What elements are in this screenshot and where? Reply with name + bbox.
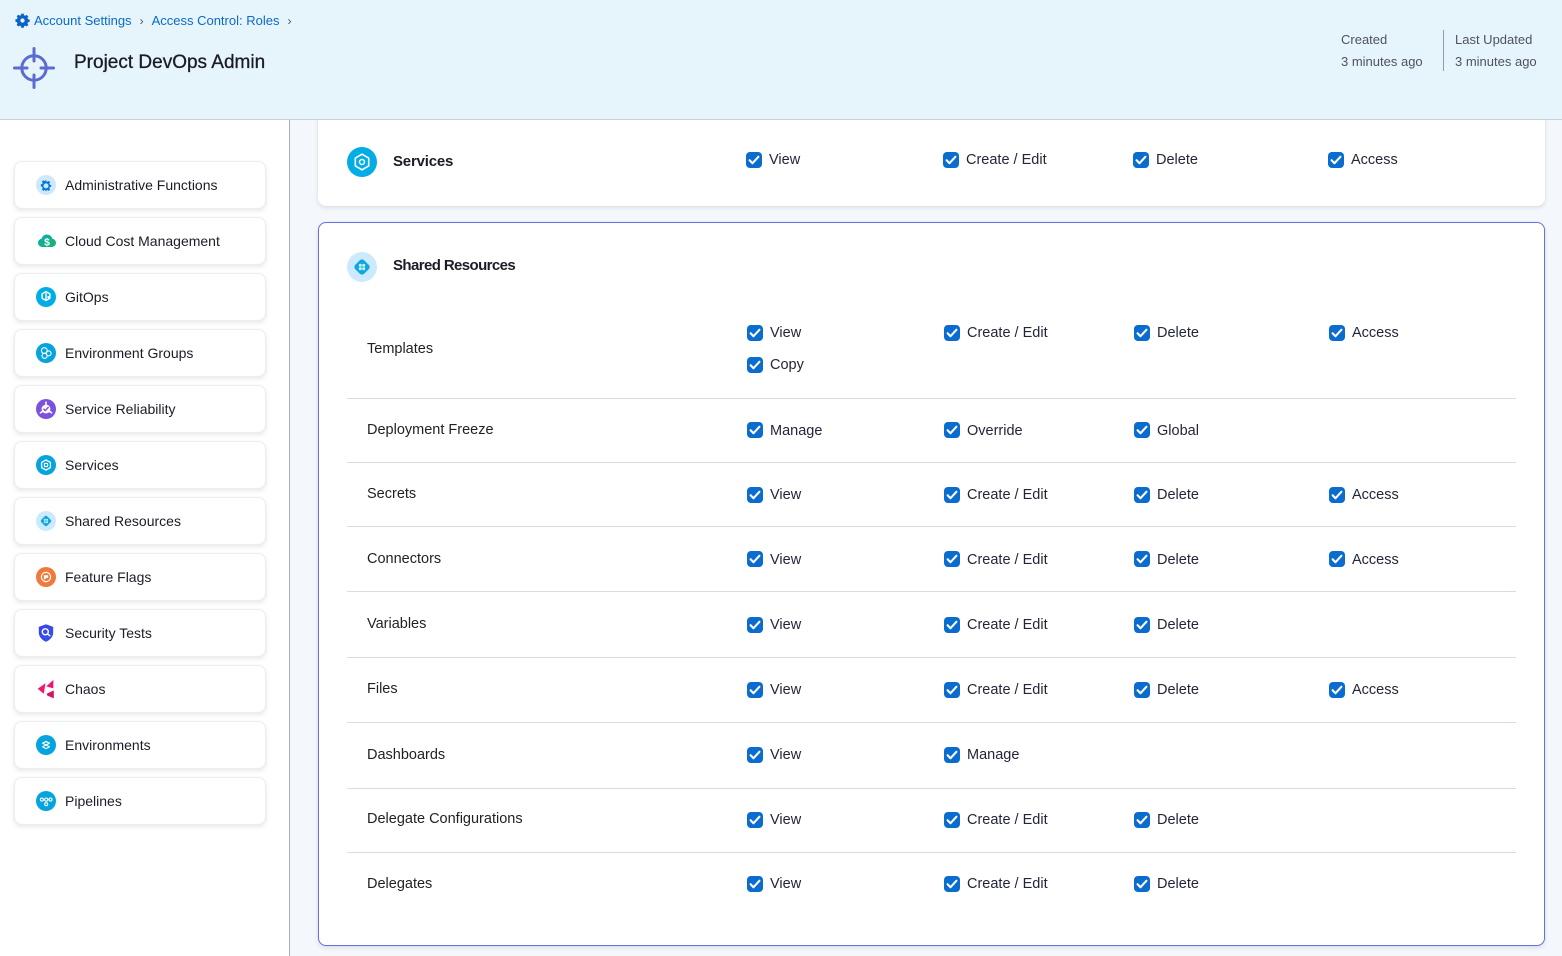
- svg-text:$: $: [44, 237, 50, 249]
